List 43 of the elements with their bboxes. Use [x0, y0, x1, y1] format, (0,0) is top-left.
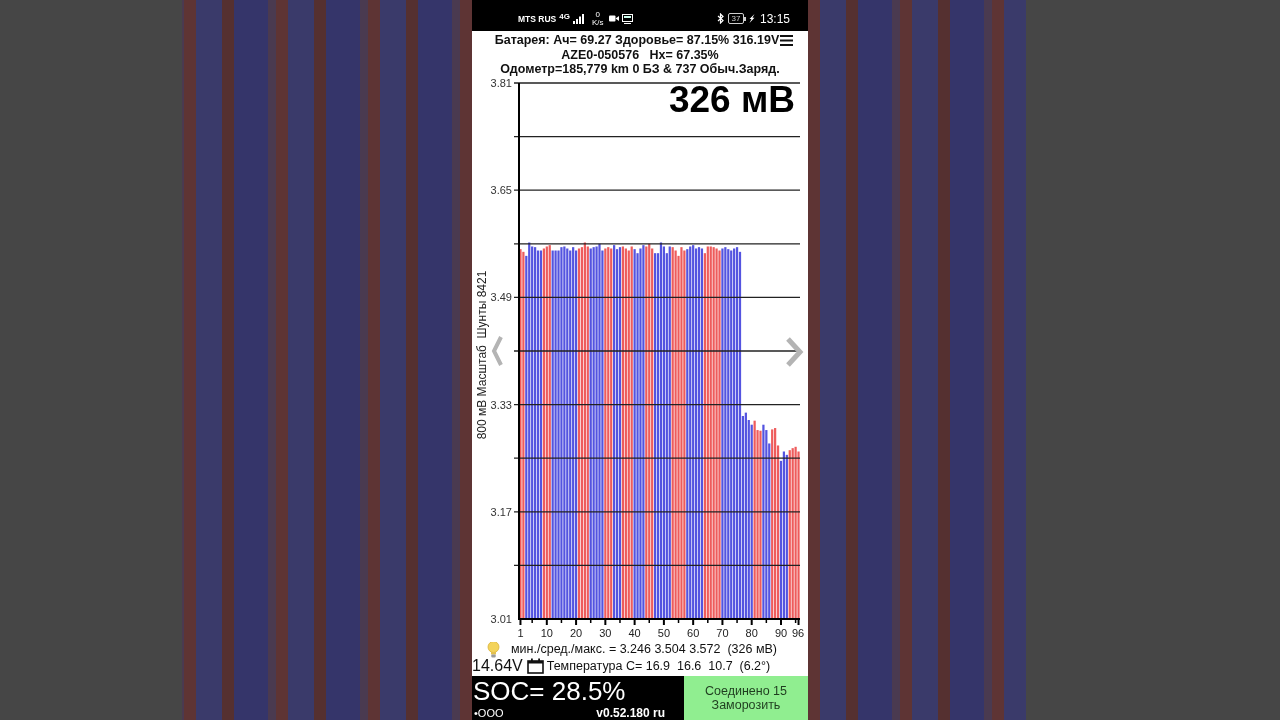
connection-indicator: •OOO: [474, 707, 504, 719]
battery-indicator: 37: [727, 13, 746, 24]
y-axis-label: 3.81: [490, 77, 512, 89]
spread-reading: 326 мВ: [668, 79, 795, 121]
voltage-reading: 14.64V: [472, 657, 523, 675]
charging-icon: [748, 14, 755, 23]
x-axis-label: 60: [687, 627, 700, 639]
battery-info-text: AZE0-050576 Hx= 67.35%: [561, 47, 719, 62]
video-camera-icon: [609, 15, 620, 22]
cell-summary-text: мин./сред./макс. = 3.246 3.504 3.572 (326 мВ): [511, 642, 777, 656]
temperature-text: Температура С= 16.9 16.6 10.7 (6.2°): [546, 659, 771, 673]
battery-info-text: Одометр=185,779 km 0 БЗ & 737 Обыч.Заряд.: [500, 62, 780, 77]
x-axis-label: 80: [745, 627, 758, 639]
x-axis-label: 10: [540, 627, 553, 639]
soc-reading: SOC= 28.5%: [472, 676, 627, 706]
menu-icon[interactable]: [780, 34, 794, 46]
x-axis-label: 30: [599, 627, 612, 639]
x-axis-label: 90: [774, 627, 788, 639]
light-bulb-icon: [487, 640, 500, 658]
monitor-icon: [622, 13, 634, 24]
x-axis-label: 20: [569, 627, 583, 639]
clock-time: 13:15: [759, 11, 790, 26]
chevron-right-icon[interactable]: [785, 337, 804, 367]
y-axis-label: 3.49: [490, 291, 512, 304]
freeze-button[interactable]: Соединено 15 Заморозить: [684, 676, 808, 720]
calendar-icon: [526, 658, 544, 674]
x-axis-label: 1: [517, 627, 524, 639]
x-axis-label: 70: [716, 627, 729, 639]
network-type: 4G: [559, 12, 570, 21]
y-axis-label: 3.17: [490, 505, 512, 518]
y-axis-title: 800 мВ Масштаб Шунты 8421: [475, 270, 489, 440]
version-label: v0.52.180 ru: [596, 706, 665, 720]
battery-info-text: Батарея: Ач= 69.27 Здоровье= 87.15% 316.19V: [494, 33, 780, 48]
bluetooth-icon: [716, 13, 725, 24]
y-axis-label: 3.33: [490, 398, 512, 411]
x-axis-label: 96: [791, 627, 805, 639]
x-axis-label: 40: [628, 627, 641, 639]
y-axis-label: 3.65: [490, 184, 512, 197]
y-axis-label: 3.01: [490, 613, 512, 625]
x-axis-label: 50: [657, 627, 671, 639]
network-speed: 0 K/s: [591, 10, 604, 27]
carrier-name: MTS RUS: [518, 13, 557, 24]
signal-icon: [572, 13, 585, 24]
